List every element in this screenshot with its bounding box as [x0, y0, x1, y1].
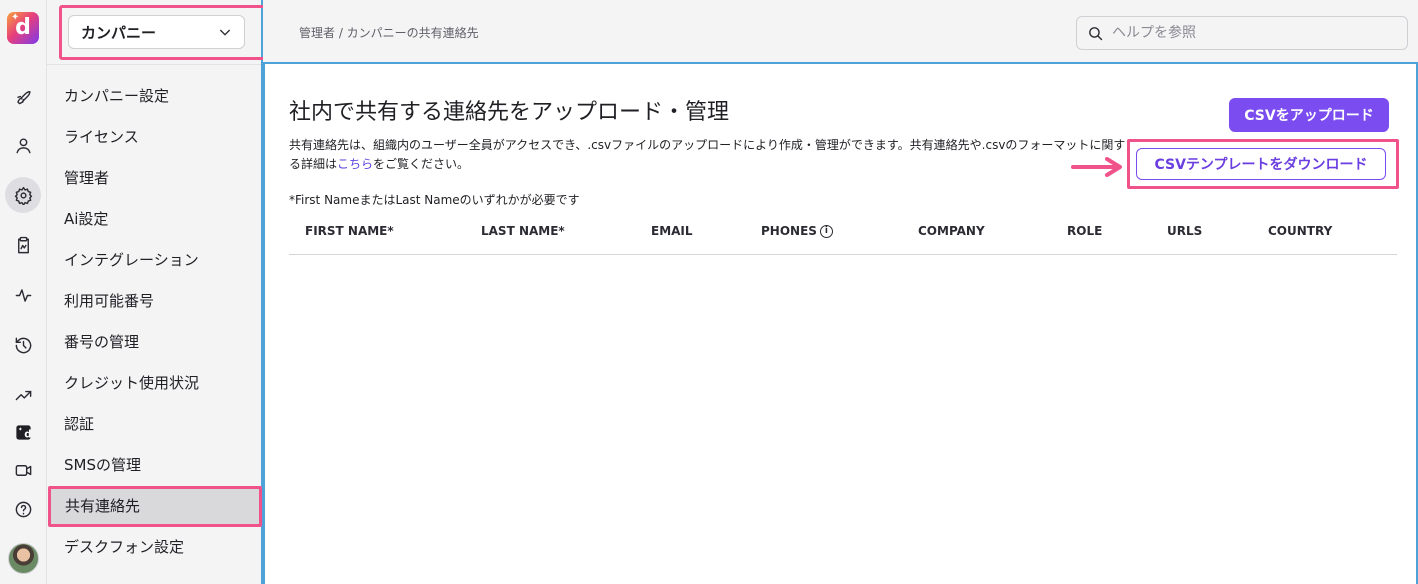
sidebar-item-authentication[interactable]: 認証 [47, 404, 261, 445]
column-email[interactable]: EMAIL [651, 224, 693, 238]
avatar[interactable] [8, 543, 39, 574]
page-title: 社内で共有する連絡先をアップロード・管理 [289, 100, 730, 125]
settings-sidebar: カンパニー カンパニー設定 ライセンス 管理者 Ai設定 インテグレーション 利… [47, 0, 302, 584]
sidebar-item-credit-usage[interactable]: クレジット使用状況 [47, 363, 261, 404]
arrow-right-icon [1071, 157, 1122, 177]
breadcrumb: 管理者 / カンパニーの共有連絡先 [299, 26, 479, 40]
sidebar-nav: カンパニー設定 ライセンス 管理者 Ai設定 インテグレーション 利用可能番号 … [47, 76, 262, 568]
info-icon[interactable]: i [819, 224, 833, 238]
trending-icon[interactable] [5, 377, 41, 413]
column-first-name[interactable]: FIRST NAME* [305, 224, 394, 238]
divider [47, 64, 261, 65]
help-search-input[interactable] [1112, 25, 1392, 41]
column-company[interactable]: COMPANY [918, 224, 985, 238]
column-phones[interactable]: PHONES i [761, 224, 833, 238]
sidebar-item-shared-contacts[interactable]: 共有連絡先 [48, 486, 262, 527]
user-icon[interactable] [5, 127, 41, 163]
dialpad-logo-icon[interactable]: d ✦ [5, 414, 41, 450]
template-button-highlight: CSVテンプレートをダウンロード [1127, 139, 1399, 189]
sidebar-item-integrations[interactable]: インテグレーション [47, 240, 261, 281]
icon-rail: ✦ d d ✦ [0, 0, 47, 584]
contacts-table-header: FIRST NAME* LAST NAME* EMAIL PHONES i CO… [289, 219, 1397, 255]
required-note: *First NameまたはLast Nameのいずれかが必要です [289, 193, 580, 207]
history-icon[interactable] [5, 327, 41, 363]
sidebar-item-company-settings[interactable]: カンパニー設定 [47, 76, 261, 117]
dialpad-logo-icon[interactable]: ✦ d [7, 12, 39, 44]
sidebar-item-ai-settings[interactable]: Ai設定 [47, 199, 261, 240]
help-search-box[interactable] [1076, 16, 1408, 50]
sidebar-item-number-management[interactable]: 番号の管理 [47, 322, 261, 363]
company-select-label: カンパニー [81, 23, 157, 42]
main-content: 社内で共有する連絡先をアップロード・管理 共有連絡先は、組織内のユーザー全員がア… [263, 64, 1418, 584]
column-role[interactable]: ROLE [1067, 224, 1102, 238]
sidebar-item-sms-management[interactable]: SMSの管理 [47, 445, 261, 486]
page-description: 共有連絡先は、組織内のユーザー全員がアクセスでき、.csvファイルのアップロード… [289, 136, 1131, 174]
download-csv-template-button[interactable]: CSVテンプレートをダウンロード [1136, 148, 1386, 180]
app-window: ✦ d d ✦ カンパニー カンパニー設定 ライセンス 管理者 Ai設定 インテ… [0, 0, 1418, 584]
upload-csv-button[interactable]: CSVをアップロード [1229, 98, 1389, 132]
gear-icon[interactable] [5, 177, 41, 213]
help-icon[interactable] [5, 491, 41, 527]
column-phones-label: PHONES [761, 224, 817, 238]
chevron-down-icon [219, 29, 231, 36]
column-country[interactable]: COUNTRY [1268, 224, 1332, 238]
description-text-tail: をご覧ください。 [373, 157, 470, 171]
clipboard-icon[interactable] [5, 227, 41, 263]
svg-text:✦: ✦ [17, 425, 22, 432]
activity-icon[interactable] [5, 277, 41, 313]
sidebar-item-available-numbers[interactable]: 利用可能番号 [47, 281, 261, 322]
sidebar-item-licenses[interactable]: ライセンス [47, 117, 261, 158]
search-icon [1089, 26, 1103, 40]
company-select[interactable]: カンパニー [68, 15, 245, 49]
column-last-name[interactable]: LAST NAME* [481, 224, 565, 238]
sidebar-item-admins[interactable]: 管理者 [47, 158, 261, 199]
rocket-icon[interactable] [5, 78, 41, 114]
sidebar-item-deskphone-settings[interactable]: デスクフォン設定 [47, 527, 261, 568]
details-link[interactable]: こちら [337, 157, 373, 171]
column-urls[interactable]: URLS [1167, 224, 1202, 238]
video-icon[interactable] [5, 452, 41, 488]
svg-text:d: d [24, 428, 31, 440]
top-header: 管理者 / カンパニーの共有連絡先 [263, 0, 1418, 64]
